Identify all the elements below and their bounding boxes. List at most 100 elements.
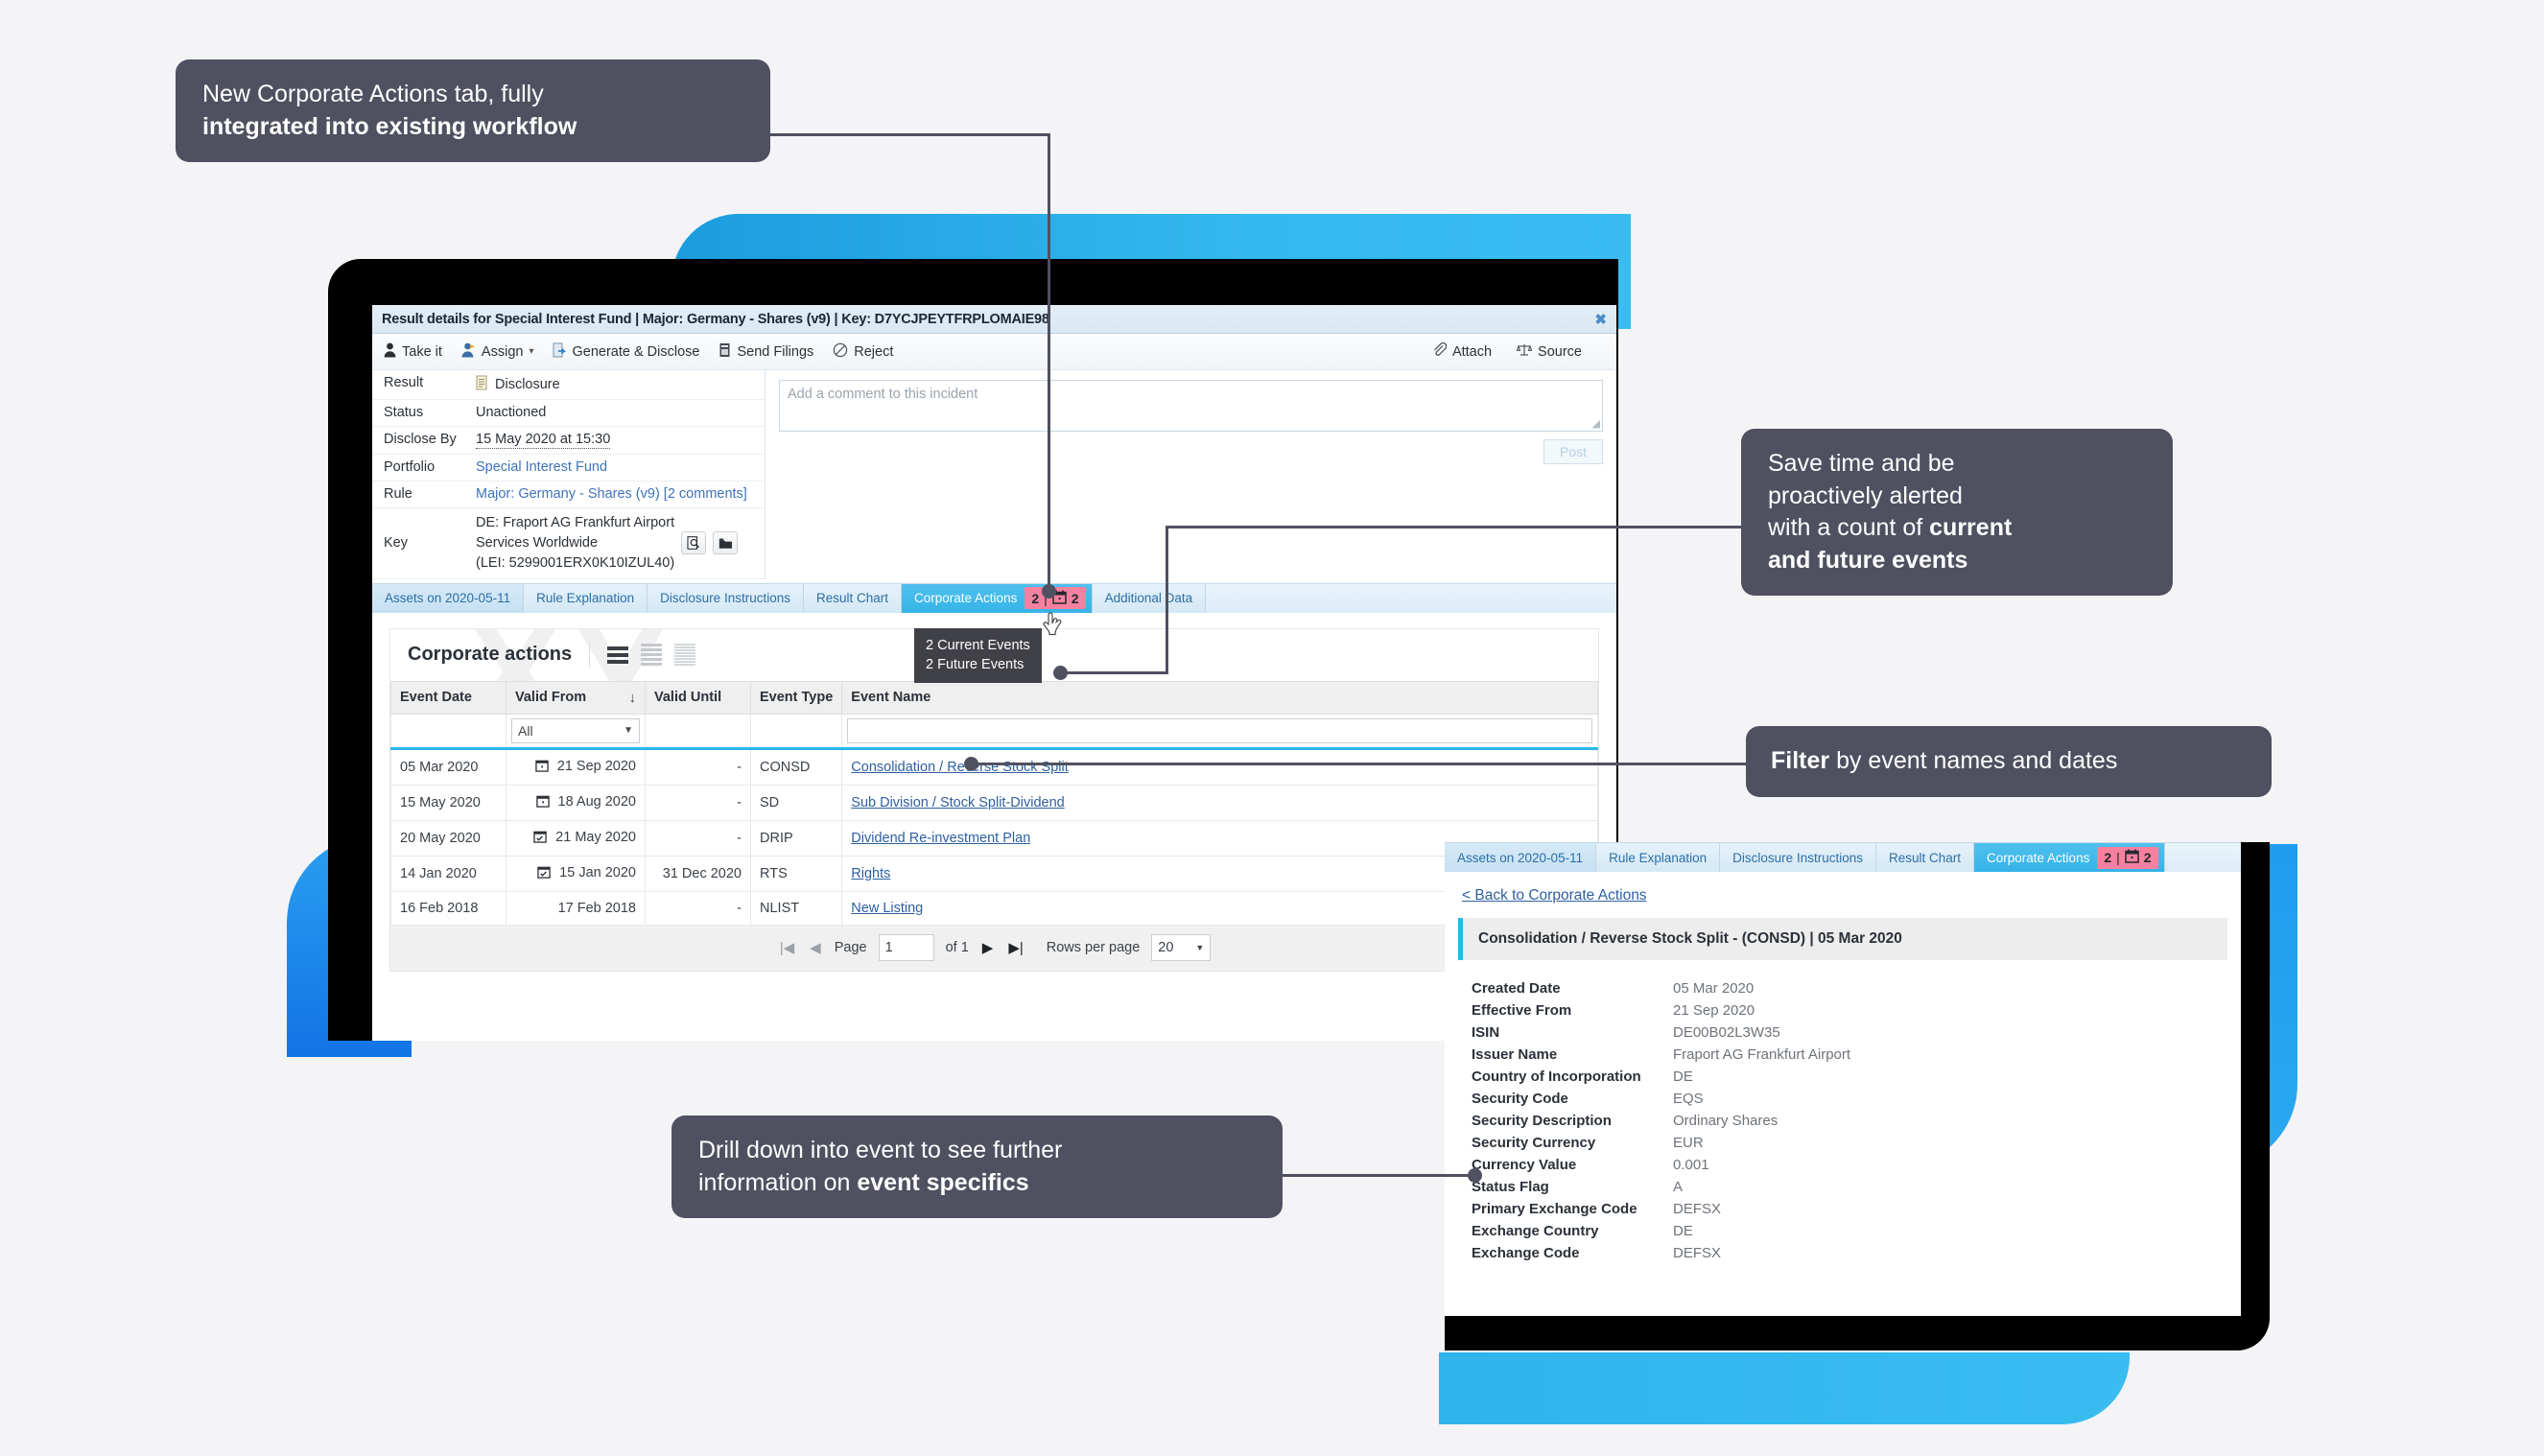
filter-valid-until xyxy=(645,713,751,750)
event-count-badge-detail: 2 | 2 xyxy=(2097,846,2158,869)
table-body: All ▼ 05 Mar 2020 21 Sep 2020 - CONSD Co… xyxy=(390,713,1598,926)
rows-small-icon[interactable] xyxy=(674,644,696,667)
post-button[interactable]: Post xyxy=(1543,439,1603,464)
take-it-label: Take it xyxy=(402,343,442,360)
tab-corporate-actions[interactable]: Corporate Actions 2 | 2 xyxy=(902,583,1093,613)
table-header: Event Date Valid From ↓ Valid Until Even… xyxy=(390,680,1598,715)
callout-drill-line2-bold: event specifics xyxy=(857,1168,1029,1196)
send-filings-button[interactable]: Send Filings xyxy=(718,342,813,362)
tab-additional-data[interactable]: Additional Data xyxy=(1092,583,1207,613)
col-valid-from-label: Valid From xyxy=(515,689,587,705)
rows-large-icon[interactable] xyxy=(607,646,629,664)
comment-input[interactable]: Add a comment to this incident ◢ xyxy=(779,380,1603,432)
event-detail-banner: Consolidation / Reverse Stock Split - (C… xyxy=(1458,918,2227,960)
col-event-type[interactable]: Event Type xyxy=(749,680,843,715)
tab-corporate-actions-detail[interactable]: Corporate Actions 2 | 2 xyxy=(1974,843,2165,872)
event-name-link[interactable]: Dividend Re-investment Plan xyxy=(851,831,1030,846)
rows-per-page-select[interactable]: 20 ▼ xyxy=(1151,934,1212,962)
cell-event-name: Sub Division / Stock Split-Dividend xyxy=(841,784,1598,821)
next-page-icon[interactable]: ▶ xyxy=(980,939,996,956)
resize-grip-icon[interactable]: ◢ xyxy=(1592,417,1600,430)
connector-endpoint-dot xyxy=(1053,666,1068,680)
assign-button[interactable]: Assign ▾ xyxy=(461,342,533,362)
tab-result-chart-detail[interactable]: Result Chart xyxy=(1875,843,1975,872)
tab-result-chart[interactable]: Result Chart xyxy=(803,583,903,613)
action-toolbar: Take it Assign ▾ Generate & Disclose Sen… xyxy=(372,334,1616,370)
source-button[interactable]: Source xyxy=(1516,342,1582,361)
event-name-link[interactable]: Consolidation / Reverse Stock Split xyxy=(851,760,1068,775)
detail-value-disclose-by[interactable]: 15 May 2020 at 15:30 xyxy=(476,432,611,449)
table-row[interactable]: 15 May 2020 18 Aug 2020 - SD Sub Divisio… xyxy=(390,784,1598,821)
calendar-icon xyxy=(534,759,549,776)
tab-assets[interactable]: Assets on 2020-05-11 xyxy=(372,583,525,613)
detail-value-portfolio[interactable]: Special Interest Fund xyxy=(476,459,607,475)
tab-disclosure-instructions[interactable]: Disclosure Instructions xyxy=(648,583,804,613)
reject-button[interactable]: Reject xyxy=(833,342,893,362)
cell-event-type: RTS xyxy=(749,855,843,892)
last-page-icon[interactable]: ▶| xyxy=(1006,939,1025,956)
attach-button[interactable]: Attach xyxy=(1432,342,1492,361)
event-name-link[interactable]: Sub Division / Stock Split-Dividend xyxy=(851,795,1064,810)
badge-future-count: 2 xyxy=(2143,850,2152,865)
callout-drill-line1: Drill down into event to see further xyxy=(698,1137,1063,1163)
field-value: DEFSX xyxy=(1673,1201,1722,1217)
comment-area: Add a comment to this incident ◢ Post xyxy=(766,370,1616,579)
rows-medium-icon[interactable] xyxy=(641,644,663,667)
tab-disclosure-instructions-detail[interactable]: Disclosure Instructions xyxy=(1720,843,1876,872)
event-name-link[interactable]: New Listing xyxy=(851,901,923,916)
generate-disclose-button[interactable]: Generate & Disclose xyxy=(553,342,699,362)
col-event-name[interactable]: Event Name xyxy=(841,680,1598,715)
detail-value-status: Unactioned xyxy=(476,404,547,420)
field-value: DEFSX xyxy=(1673,1245,1722,1261)
prev-page-icon[interactable]: ◀ xyxy=(808,939,823,956)
field-value: EUR xyxy=(1673,1135,1704,1151)
table-row[interactable]: 14 Jan 2020 15 Jan 2020 31 Dec 2020 RTS … xyxy=(390,855,1598,892)
valid-from-filter-select[interactable]: All ▼ xyxy=(511,717,640,743)
event-name-filter-input[interactable] xyxy=(847,717,1592,743)
key-line-1: DE: Fraport AG Frankfurt Airport xyxy=(476,514,675,530)
callout-drill: Drill down into event to see further inf… xyxy=(671,1115,1283,1218)
first-page-icon[interactable]: |◀ xyxy=(778,939,796,956)
page-number-input[interactable]: 1 xyxy=(878,934,934,962)
source-label: Source xyxy=(1538,343,1582,360)
detail-value-rule[interactable]: Major: Germany - Shares (v9) [2 comments… xyxy=(476,486,747,502)
field-row: Security Description Ordinary Shares xyxy=(1472,1110,2227,1132)
callout-filter-bold: Filter xyxy=(1771,747,1830,774)
field-key: Exchange Country xyxy=(1472,1223,1599,1239)
chevron-down-icon: ▼ xyxy=(1195,943,1205,953)
field-value: 05 Mar 2020 xyxy=(1673,980,1755,997)
col-valid-from[interactable]: Valid From ↓ xyxy=(506,680,646,715)
document-search-icon[interactable] xyxy=(681,531,707,555)
detail-label-rule: Rule xyxy=(384,485,412,502)
table-row[interactable]: 20 May 2020 21 May 2020 - DRIP Dividend … xyxy=(390,819,1598,857)
calendar-icon xyxy=(2125,849,2139,866)
table-row[interactable]: 05 Mar 2020 21 Sep 2020 - CONSD Consolid… xyxy=(390,747,1598,786)
take-it-button[interactable]: Take it xyxy=(384,342,442,362)
tab-rule-explanation[interactable]: Rule Explanation xyxy=(524,583,648,613)
field-row: ISIN DE00B02L3W35 xyxy=(1472,1022,2227,1044)
tab-corporate-actions-label: Corporate Actions xyxy=(914,591,1018,606)
tab-rule-explanation-detail[interactable]: Rule Explanation xyxy=(1596,843,1721,872)
close-icon[interactable]: ✖ xyxy=(1594,311,1607,328)
assign-person-icon xyxy=(461,342,476,362)
field-key: Security Code xyxy=(1472,1091,1568,1107)
tab-bar: Assets on 2020-05-11 Rule Explanation Di… xyxy=(372,582,1616,613)
corporate-actions-title: Corporate actions xyxy=(408,644,573,666)
window-title: Result details for Special Interest Fund… xyxy=(382,311,1049,327)
tab-assets-detail[interactable]: Assets on 2020-05-11 xyxy=(1445,843,1597,872)
table-row[interactable]: 16 Feb 2018 17 Feb 2018 - NLIST New List… xyxy=(390,890,1598,926)
cell-valid-from: 15 Jan 2020 xyxy=(506,855,646,892)
field-row: Currency Value 0.001 xyxy=(1472,1154,2227,1176)
badge-future-count: 2 xyxy=(1071,590,1079,606)
detail-label-portfolio: Portfolio xyxy=(384,458,436,475)
key-line-2: Services Worldwide xyxy=(476,534,599,551)
cell-valid-from: 18 Aug 2020 xyxy=(506,784,646,821)
detail-label-result: Result xyxy=(384,375,424,390)
col-valid-until[interactable]: Valid Until xyxy=(645,680,751,715)
event-name-link[interactable]: Rights xyxy=(851,866,890,881)
detail-label-status: Status xyxy=(384,404,424,420)
document-icon xyxy=(476,375,488,394)
folder-icon[interactable] xyxy=(713,531,739,555)
back-to-corporate-actions-link[interactable]: < Back to Corporate Actions xyxy=(1462,887,1647,904)
col-event-date[interactable]: Event Date xyxy=(390,680,506,715)
